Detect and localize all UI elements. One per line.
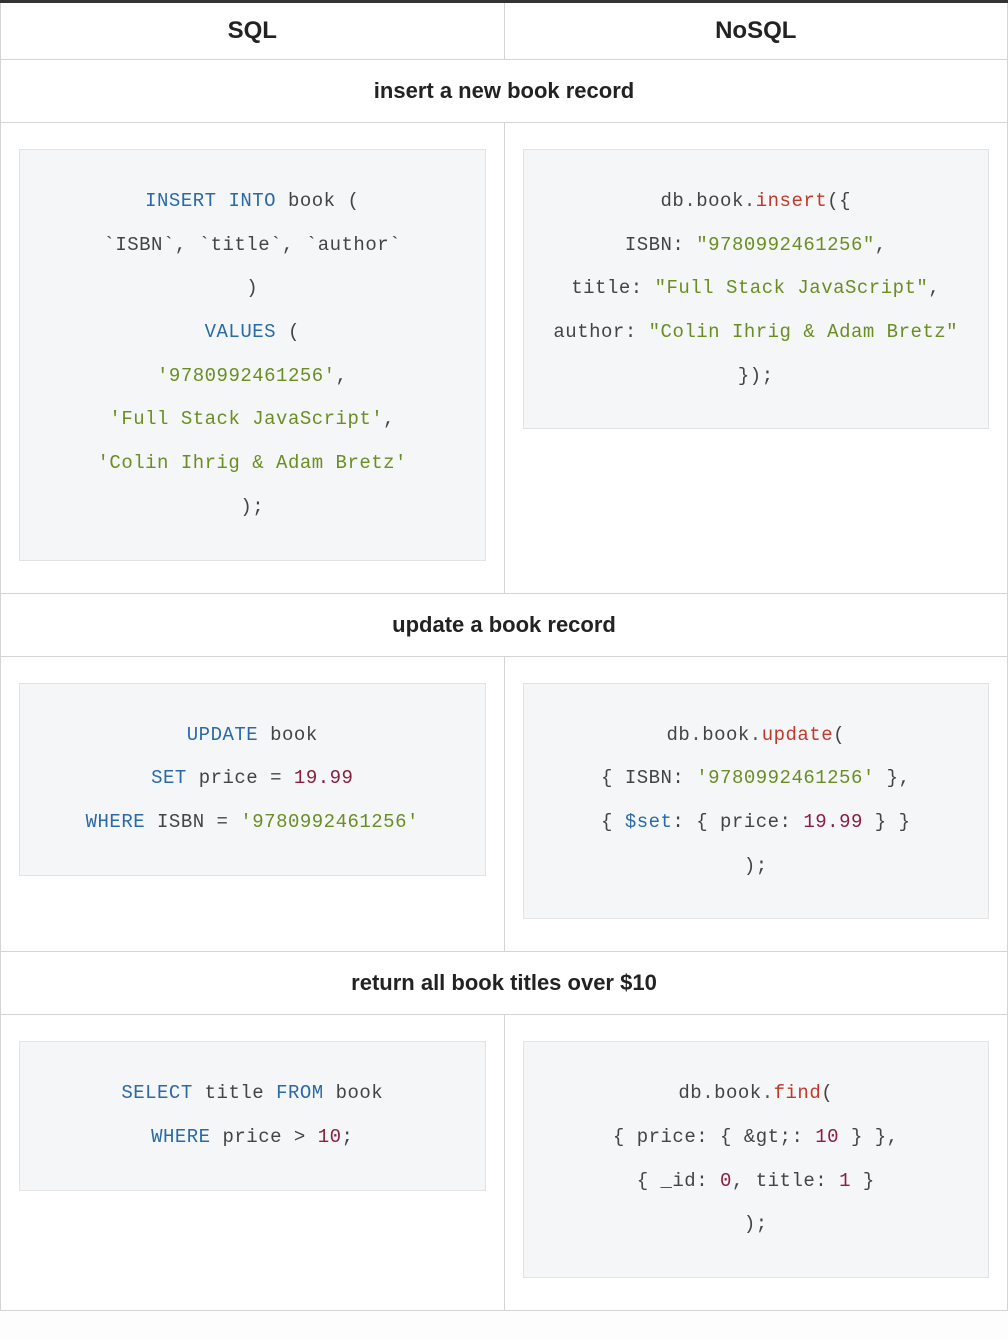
sql-code-cell: INSERT INTO book ( `ISBN`, `title`, `aut…: [1, 123, 505, 594]
nosql-code-block: db.book.update( { ISBN: '9780992461256' …: [523, 683, 990, 920]
sql-code-block: SELECT title FROM book WHERE price > 10;: [19, 1041, 486, 1190]
section-title: update a book record: [1, 593, 1008, 656]
sql-code-block: UPDATE book SET price = 19.99 WHERE ISBN…: [19, 683, 486, 876]
section-title: insert a new book record: [1, 60, 1008, 123]
column-header-sql: SQL: [1, 2, 505, 60]
nosql-code-cell: db.book.update( { ISBN: '9780992461256' …: [504, 656, 1008, 952]
column-header-nosql: NoSQL: [504, 2, 1008, 60]
nosql-code-block: db.book.insert({ ISBN: "9780992461256", …: [523, 149, 990, 429]
comparison-table: SQL NoSQL insert a new book record INSERT…: [0, 0, 1008, 1311]
sql-code-block: INSERT INTO book ( `ISBN`, `title`, `aut…: [19, 149, 486, 561]
section-title: return all book titles over $10: [1, 952, 1008, 1015]
nosql-code-cell: db.book.find( { price: { &gt;: 10 } }, {…: [504, 1015, 1008, 1311]
nosql-code-cell: db.book.insert({ ISBN: "9780992461256", …: [504, 123, 1008, 594]
sql-code-cell: UPDATE book SET price = 19.99 WHERE ISBN…: [1, 656, 505, 952]
nosql-code-block: db.book.find( { price: { &gt;: 10 } }, {…: [523, 1041, 990, 1278]
sql-code-cell: SELECT title FROM book WHERE price > 10;: [1, 1015, 505, 1311]
